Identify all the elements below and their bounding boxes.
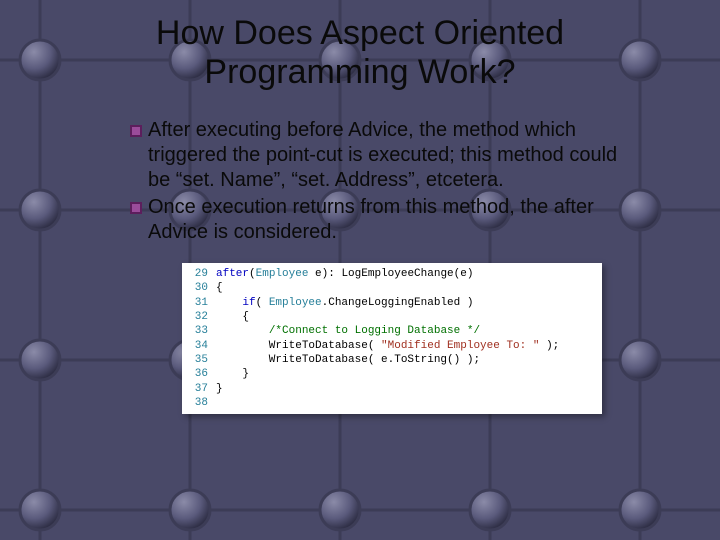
code-line: 38 (188, 396, 596, 410)
bullet-icon (130, 125, 142, 137)
code-line: 30{ (188, 281, 596, 295)
slide: How Does Aspect Oriented Programming Wor… (0, 0, 720, 540)
slide-body: After executing before Advice, the metho… (40, 118, 680, 414)
code-line: 37} (188, 382, 596, 396)
slide-title: How Does Aspect Oriented Programming Wor… (40, 14, 680, 92)
code-line: 32 { (188, 310, 596, 324)
code-line: 31 if( Employee.ChangeLoggingEnabled ) (188, 296, 596, 310)
code-line: 33 /*Connect to Logging Database */ (188, 324, 596, 338)
code-snippet: 29after(Employee e): LogEmployeeChange(e… (182, 263, 602, 414)
bullet-item: After executing before Advice, the metho… (130, 118, 640, 193)
code-line: 29after(Employee e): LogEmployeeChange(e… (188, 267, 596, 281)
code-line: 36 } (188, 367, 596, 381)
code-line: 35 WriteToDatabase( e.ToString() ); (188, 353, 596, 367)
bullet-icon (130, 202, 142, 214)
code-line: 34 WriteToDatabase( "Modified Employee T… (188, 339, 596, 353)
bullet-text: Once execution returns from this method,… (148, 195, 640, 245)
bullet-text: After executing before Advice, the metho… (148, 118, 640, 193)
bullet-item: Once execution returns from this method,… (130, 195, 640, 245)
